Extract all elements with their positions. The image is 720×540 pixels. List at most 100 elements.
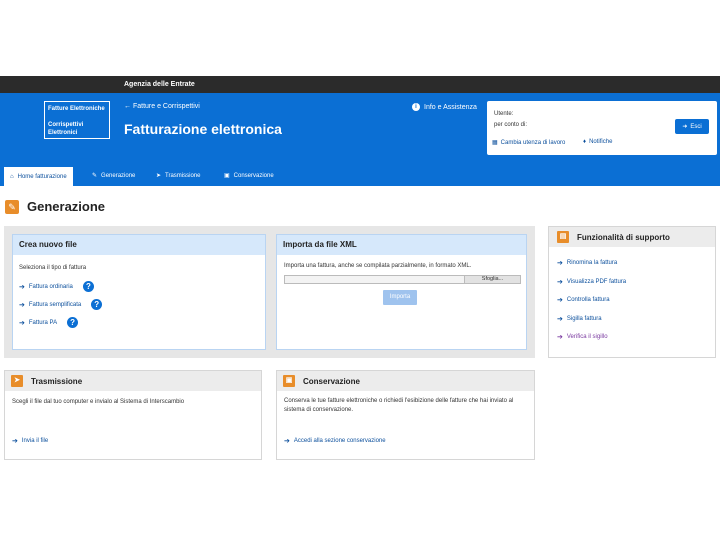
user-box: Utente: per conto di: ➜ Esci ▦ Cambia ut… (487, 101, 717, 155)
archive-icon: ▣ (224, 173, 230, 179)
help-icon[interactable]: ? (91, 299, 103, 310)
conservation-title: Conservazione (303, 376, 360, 386)
link-pa-invoice[interactable]: ➔ Fattura PA ? (19, 317, 79, 328)
notifications-label: Notifiche (589, 139, 613, 145)
pencil-icon: ✎ (92, 173, 98, 179)
section-title-label: Generazione (27, 199, 106, 214)
support-header: ▤ Funzionalità di supporto (549, 227, 715, 247)
support-link-seal[interactable]: ➔ Sigilla fattura (557, 315, 602, 323)
send-icon: ➤ (11, 375, 23, 387)
page-title: Fatturazione elettronica (124, 121, 282, 137)
support-panel: ▤ Funzionalità di supporto ➔ Rinomina la… (548, 226, 716, 358)
bell-icon: ♦ (583, 139, 587, 145)
exit-label: Esci (690, 123, 702, 130)
header: Fatture Elettroniche Corrispettivi Elett… (0, 93, 720, 163)
back-link[interactable]: ← Fatture e Corrispettivi (124, 103, 200, 110)
change-workspace-label: Cambia utenza di lavoro (500, 139, 566, 146)
conservation-header: ▣ Conservazione (277, 371, 534, 391)
arrow-right-icon: ➔ (557, 334, 563, 341)
logo[interactable]: Fatture Elettroniche Corrispettivi Elett… (44, 101, 110, 139)
create-file-title: Crea nuovo file (13, 235, 265, 255)
tab-home[interactable]: ⌂ Home fatturazione (4, 165, 73, 186)
support-link-label: Visualizza PDF fattura (566, 279, 627, 285)
link-ordinary-invoice[interactable]: ➔ Fattura ordinaria ? (19, 281, 94, 292)
file-input[interactable]: Sfoglia... (284, 275, 521, 284)
info-link-label: Info e Assistenza (424, 103, 477, 111)
conservation-link-label: Accedi alla sezione conservazione (293, 438, 386, 444)
import-xml-card: Importa da file XML Importa una fattura,… (276, 234, 527, 350)
archive-icon: ▣ (283, 375, 295, 387)
help-icon[interactable]: ? (82, 281, 94, 292)
exit-button[interactable]: ➜ Esci (675, 119, 709, 134)
logout-icon: ➜ (682, 124, 688, 130)
support-link-rename[interactable]: ➔ Rinomina la fattura (557, 259, 617, 267)
link-pa-label: Fattura PA (28, 319, 58, 326)
transmission-title: Trasmissione (31, 376, 83, 386)
link-simplified-invoice[interactable]: ➔ Fattura semplificata ? (19, 299, 103, 310)
document-icon: ▤ (557, 231, 569, 243)
logo-text-3: Elettronici (48, 130, 78, 136)
tab-transmission-label: Trasmissione (165, 172, 201, 179)
send-file-link[interactable]: ➔ Invia il file (12, 437, 48, 445)
back-link-label: Fatture e Corrispettivi (132, 103, 200, 110)
send-icon: ➤ (156, 173, 162, 179)
conservation-link[interactable]: ➔ Accedi alla sezione conservazione (284, 437, 386, 445)
tab-conservation[interactable]: ▣ Conservazione (218, 165, 280, 186)
support-link-label: Sigilla fattura (566, 316, 602, 322)
transmission-text: Scegli il file dal tuo computer e invial… (12, 399, 185, 405)
import-button[interactable]: Importa (383, 290, 417, 305)
tab-transmission[interactable]: ➤ Trasmissione (150, 165, 206, 186)
org-name: Agenzia delle Entrate (124, 81, 195, 88)
tab-generation-label: Generazione (101, 172, 136, 179)
create-file-card: Crea nuovo file Seleziona il tipo di fat… (12, 234, 266, 350)
support-link-check[interactable]: ➔ Controlla fattura (557, 296, 610, 304)
import-xml-title: Importa da file XML (277, 235, 526, 255)
arrow-right-icon: ➔ (284, 438, 290, 445)
top-bar: Agenzia delle Entrate (0, 76, 720, 93)
conservation-card: ▣ Conservazione Conserva le tue fatture … (276, 370, 535, 460)
arrow-right-icon: ➔ (557, 316, 563, 323)
import-xml-text: Importa una fattura, anche se compilata … (284, 263, 472, 269)
link-simplified-label: Fattura semplificata (28, 301, 82, 308)
user-label: Utente: (494, 111, 514, 117)
send-file-label: Invia il file (21, 438, 49, 444)
arrow-right-icon: ➔ (12, 438, 18, 445)
notifications-link[interactable]: ♦ Notifiche (583, 139, 612, 145)
create-file-subtitle: Seleziona il tipo di fattura (19, 265, 87, 271)
arrow-left-icon: ← (124, 103, 131, 110)
change-workspace-link[interactable]: ▦ Cambia utenza di lavoro (492, 139, 566, 147)
info-link[interactable]: i Info e Assistenza (412, 103, 477, 111)
building-icon: ▦ (492, 140, 498, 146)
logo-text-2: Corrispettivi (48, 122, 84, 128)
arrow-right-icon: ➔ (19, 283, 25, 291)
transmission-header: ➤ Trasmissione (5, 371, 261, 391)
browse-button[interactable]: Sfoglia... (464, 276, 520, 283)
transmission-card: ➤ Trasmissione Scegli il file dal tuo co… (4, 370, 262, 460)
support-link-view-pdf[interactable]: ➔ Visualizza PDF fattura (557, 278, 626, 286)
generation-panel: Crea nuovo file Seleziona il tipo di fat… (4, 226, 535, 358)
support-link-label: Controlla fattura (566, 297, 610, 303)
logo-text-1: Fatture Elettroniche (48, 106, 105, 112)
link-ordinary-label: Fattura ordinaria (28, 283, 73, 290)
arrow-right-icon: ➔ (19, 301, 25, 309)
support-link-label: Rinomina la fattura (566, 260, 618, 266)
tab-conservation-label: Conservazione (233, 172, 274, 179)
pencil-icon: ✎ (5, 199, 19, 214)
home-icon: ⌂ (10, 173, 14, 180)
help-icon[interactable]: ? (67, 317, 79, 328)
support-link-label: Verifica il sigillo (566, 334, 608, 340)
arrow-right-icon: ➔ (557, 297, 563, 304)
on-behalf-label: per conto di: (494, 122, 528, 128)
nav-tabs: ⌂ Home fatturazione ✎ Generazione ➤ Tras… (0, 163, 720, 186)
section-title: ✎ Generazione (5, 199, 105, 214)
support-link-verify-seal[interactable]: ➔ Verifica il sigillo (557, 333, 608, 341)
info-icon: i (412, 103, 420, 111)
arrow-right-icon: ➔ (19, 319, 25, 327)
support-title: Funzionalità di supporto (577, 232, 670, 242)
page: Agenzia delle Entrate Fatture Elettronic… (0, 0, 720, 540)
arrow-right-icon: ➔ (557, 279, 563, 286)
arrow-right-icon: ➔ (557, 260, 563, 267)
tab-home-label: Home fatturazione (17, 173, 67, 180)
conservation-text: Conserva le tue fatture elettroniche o r… (284, 398, 514, 413)
tab-generation[interactable]: ✎ Generazione (86, 165, 141, 186)
